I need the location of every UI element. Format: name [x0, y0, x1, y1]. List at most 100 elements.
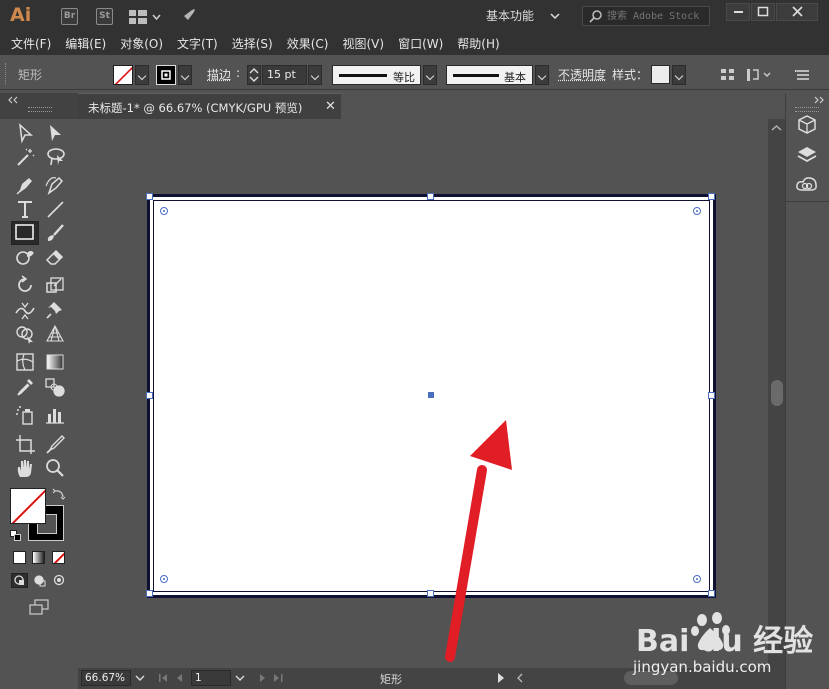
stroke-dropdown[interactable]: [178, 65, 192, 85]
default-colors-button[interactable]: [10, 530, 22, 542]
dock-grip[interactable]: [795, 107, 819, 112]
bounding-handle-bottom-right[interactable]: [708, 590, 715, 597]
column-graph-tool[interactable]: [44, 404, 66, 426]
live-corner-widget-top-right[interactable]: [693, 207, 701, 215]
bounding-handle-bottom-left[interactable]: [146, 590, 153, 597]
line-segment-tool[interactable]: [44, 198, 66, 220]
gradient-mode-button[interactable]: [32, 551, 45, 564]
none-mode-button[interactable]: [52, 551, 65, 564]
stroke-swatch[interactable]: [156, 65, 176, 85]
maximize-button[interactable]: [751, 3, 775, 21]
arrange-documents-button[interactable]: [128, 9, 164, 25]
menu-type[interactable]: 文字(T): [170, 33, 225, 55]
brush-definition[interactable]: 基本: [446, 65, 533, 85]
bridge-button[interactable]: Br: [61, 8, 78, 25]
bounding-handle-bottom-center[interactable]: [427, 590, 434, 597]
menu-select[interactable]: 选择(S): [225, 33, 280, 55]
minimize-button[interactable]: [726, 3, 750, 21]
lasso-tool[interactable]: [44, 146, 66, 168]
brush-dropdown[interactable]: [535, 65, 549, 85]
draw-inside-button[interactable]: [52, 574, 67, 587]
change-screen-mode-button[interactable]: [28, 599, 50, 615]
close-window-button[interactable]: [776, 3, 818, 21]
swap-fill-stroke-button[interactable]: [52, 487, 66, 501]
pen-tool[interactable]: [14, 174, 36, 196]
fill-color-box[interactable]: [10, 488, 46, 524]
scroll-left-button[interactable]: [515, 672, 525, 684]
type-tool[interactable]: [14, 198, 36, 220]
rectangle-tool[interactable]: [11, 221, 39, 245]
scale-tool[interactable]: [44, 274, 66, 296]
live-corner-widget-bottom-left[interactable]: [160, 575, 168, 583]
stroke-weight-input[interactable]: 15 pt: [262, 65, 307, 85]
draw-normal-button[interactable]: [11, 573, 28, 588]
gpu-performance-button[interactable]: [178, 8, 198, 26]
stroke-panel-link[interactable]: 描边: [207, 66, 231, 83]
blend-tool[interactable]: [44, 376, 66, 398]
zoom-dropdown[interactable]: [133, 670, 147, 686]
menu-window[interactable]: 窗口(W): [391, 33, 450, 55]
artboard-number-input[interactable]: 1: [191, 670, 231, 686]
menu-edit[interactable]: 编辑(E): [58, 33, 113, 55]
collapse-panel-icon[interactable]: [6, 96, 20, 104]
fill-swatch[interactable]: [113, 65, 133, 85]
bounding-handle-middle-right[interactable]: [708, 392, 715, 399]
color-mode-button[interactable]: [13, 551, 26, 564]
artboard-dropdown[interactable]: [233, 670, 247, 686]
align-button[interactable]: [720, 67, 736, 83]
stroke-weight-stepper[interactable]: [247, 65, 261, 85]
shape-center-point[interactable]: [428, 392, 434, 398]
stroke-weight-dropdown[interactable]: [308, 65, 322, 85]
bounding-handle-top-left[interactable]: [146, 193, 153, 200]
paintbrush-tool[interactable]: [44, 222, 66, 244]
fill-dropdown[interactable]: [135, 65, 149, 85]
mesh-tool[interactable]: [14, 351, 36, 373]
bounding-handle-middle-left[interactable]: [146, 392, 153, 399]
creative-cloud-libraries-button[interactable]: [795, 173, 819, 195]
menu-object[interactable]: 对象(O): [113, 33, 170, 55]
vertical-scrollbar-thumb[interactable]: [771, 380, 783, 406]
layers-panel-button[interactable]: [795, 144, 819, 166]
selection-tool[interactable]: [14, 122, 36, 144]
artboard-tool[interactable]: [14, 433, 36, 455]
rotate-tool[interactable]: [14, 274, 36, 296]
direct-selection-tool[interactable]: [44, 122, 66, 144]
slice-tool[interactable]: [44, 433, 66, 455]
zoom-level-input[interactable]: 66.67%: [81, 670, 131, 686]
control-bar-menu-button[interactable]: [795, 67, 811, 83]
zoom-tool[interactable]: [44, 457, 66, 479]
profile-dropdown[interactable]: [423, 65, 437, 85]
document-tab[interactable]: 未标题-1* @ 66.67% (CMYK/GPU 预览) ✕: [78, 93, 341, 119]
toolbar-grip[interactable]: [28, 107, 52, 112]
live-corner-widget-bottom-right[interactable]: [693, 575, 701, 583]
live-corner-widget-top-left[interactable]: [160, 207, 168, 215]
scroll-up-icon[interactable]: [768, 122, 785, 134]
menu-view[interactable]: 视图(V): [335, 33, 391, 55]
gradient-tool[interactable]: [44, 351, 66, 373]
workspace-switcher[interactable]: 基本功能: [486, 6, 564, 26]
next-artboard-button[interactable]: [255, 672, 287, 684]
eyedropper-tool[interactable]: [14, 376, 36, 398]
menu-help[interactable]: 帮助(H): [450, 33, 506, 55]
variable-width-profile[interactable]: 等比: [332, 65, 421, 85]
draw-behind-button[interactable]: [32, 574, 47, 587]
control-bar-grip[interactable]: [5, 63, 9, 85]
hand-tool[interactable]: [14, 457, 36, 479]
graphic-style-dropdown[interactable]: [672, 65, 686, 85]
bounding-handle-top-right[interactable]: [708, 193, 715, 200]
stock-search-input[interactable]: [607, 8, 707, 24]
menu-effect[interactable]: 效果(C): [280, 33, 336, 55]
bounding-handle-top-center[interactable]: [427, 193, 434, 200]
shaper-tool[interactable]: [14, 246, 36, 268]
curvature-tool[interactable]: [44, 174, 66, 196]
width-tool[interactable]: [14, 299, 36, 321]
first-artboard-button[interactable]: [158, 672, 188, 684]
shape-builder-tool[interactable]: [14, 323, 36, 345]
eraser-tool[interactable]: [44, 246, 66, 268]
status-menu-button[interactable]: [496, 672, 506, 684]
close-document-button[interactable]: ✕: [325, 99, 336, 114]
stock-search-box[interactable]: [582, 6, 710, 26]
opacity-panel-link[interactable]: 不透明度: [558, 66, 606, 83]
expand-panels-icon[interactable]: [812, 96, 826, 104]
graphic-style-swatch[interactable]: [651, 65, 670, 84]
